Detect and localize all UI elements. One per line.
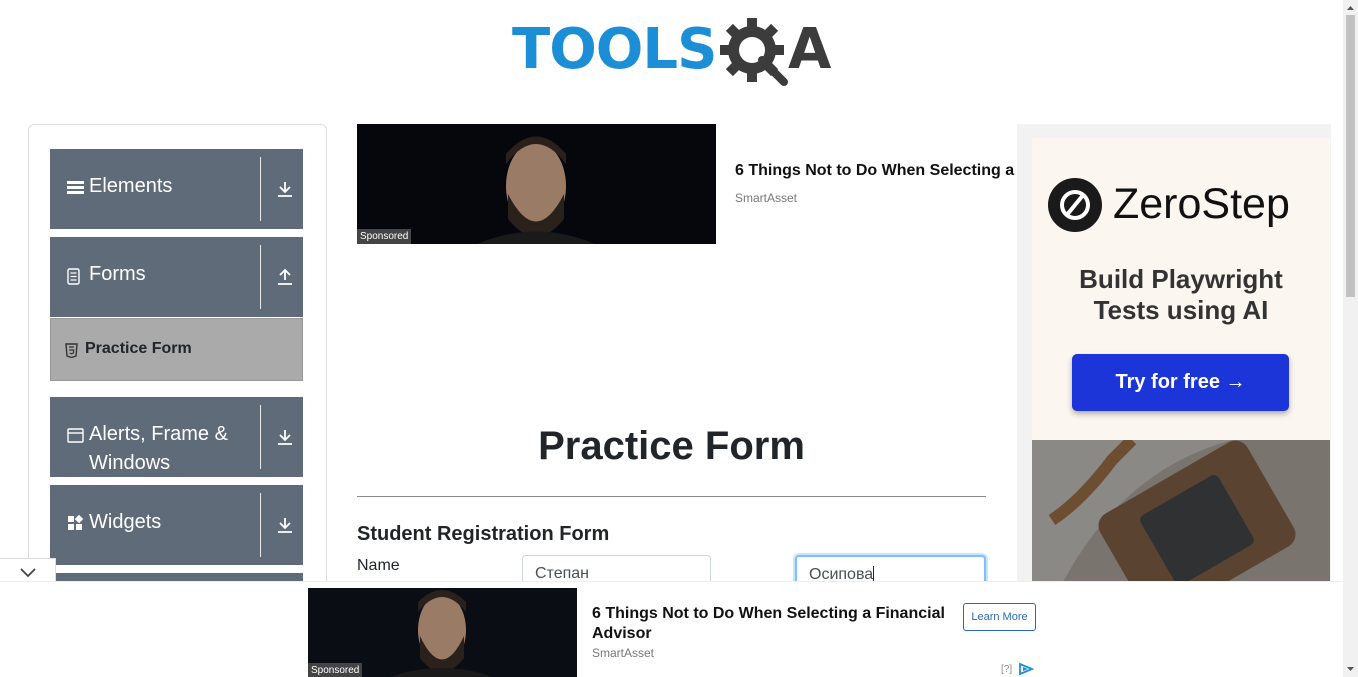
divider: [260, 157, 261, 221]
document-icon: [67, 268, 80, 285]
wallet-image: [1032, 440, 1330, 584]
sidebar-group-label: Elements: [89, 175, 173, 197]
sidebar-group-widgets[interactable]: Widgets: [50, 485, 303, 565]
try-for-free-button[interactable]: Try for free →: [1072, 354, 1289, 411]
ad-right-banner[interactable]: ZeroStep Build Playwright Tests using AI…: [1017, 124, 1331, 584]
sidebar-group-label: Alerts, Frame &: [89, 423, 228, 445]
adchoices-icon[interactable]: [1018, 662, 1035, 676]
learn-more-button[interactable]: Learn More: [963, 603, 1036, 631]
widgets-icon: [68, 515, 84, 530]
wallet-photo: [1032, 440, 1330, 584]
page: TOOLS A Elements Forms Practice Form Ale…: [0, 0, 1358, 677]
ad-tagline: Build Playwright Tests using AI: [1032, 264, 1330, 326]
scroll-up-arrow-icon[interactable]: [1346, 3, 1355, 12]
sidebar: Elements Forms Practice Form Alerts, Fra…: [28, 124, 327, 594]
upload-arrow-icon[interactable]: [276, 268, 294, 286]
zerostep-brand: ZeroStep: [1113, 180, 1290, 228]
zerostep-logo-icon: [1048, 178, 1102, 232]
bearded-man-photo: [477, 136, 595, 244]
sidebar-group-label-line2: Windows: [89, 452, 171, 474]
name-label: Name: [357, 557, 400, 574]
hamburger-icon: [67, 181, 84, 194]
sponsored-badge: Sponsored: [357, 229, 412, 244]
ad-source: SmartAsset: [592, 646, 655, 660]
html5-icon: [65, 343, 78, 358]
logo-tools-text: TOOLS: [512, 17, 717, 82]
chevron-down-icon: [20, 568, 36, 578]
sidebar-item-label: Practice Form: [85, 340, 192, 357]
ad-source: SmartAsset: [735, 191, 798, 205]
sponsored-badge: Sponsored: [308, 663, 363, 677]
logo-a-text: A: [788, 17, 832, 82]
zerostep-ad[interactable]: ZeroStep Build Playwright Tests using AI…: [1032, 138, 1330, 584]
divider: [260, 245, 261, 309]
divider: [357, 496, 986, 497]
first-name-value: Степан: [535, 565, 589, 582]
ad-bottom-banner[interactable]: Sponsored 6 Things Not to Do When Select…: [0, 581, 1343, 677]
scroll-down-arrow-icon[interactable]: [1346, 665, 1355, 674]
scrollbar-thumb[interactable]: [1346, 15, 1355, 297]
divider: [260, 405, 261, 469]
ad-headline[interactable]: 6 Things Not to Do When Selecting a Fina…: [592, 604, 952, 644]
sidebar-item-practice-form[interactable]: Practice Form: [50, 318, 303, 381]
sidebar-group-elements[interactable]: Elements: [50, 149, 303, 229]
zero-slash-icon: [1060, 190, 1090, 220]
download-arrow-icon[interactable]: [276, 428, 294, 446]
ad-photo[interactable]: Sponsored: [357, 124, 716, 244]
window-icon: [67, 428, 84, 443]
tagline-line-2: Tests using AI: [1093, 295, 1269, 325]
divider: [260, 493, 261, 557]
text-caret: [873, 566, 875, 582]
sidebar-group-forms[interactable]: Forms: [50, 237, 303, 317]
form-subtitle: Student Registration Form: [357, 523, 610, 545]
toolsqa-logo[interactable]: TOOLS A: [512, 14, 836, 92]
page-scrollbar[interactable]: [1343, 0, 1358, 677]
sidebar-group-label: Forms: [89, 263, 146, 285]
sidebar-group-alerts[interactable]: Alerts, Frame & Windows: [50, 397, 303, 477]
download-arrow-icon[interactable]: [276, 516, 294, 534]
ad-top-banner[interactable]: Sponsored 6 Things Not to Do When Select…: [357, 124, 1017, 244]
page-title: Practice Form: [538, 424, 805, 468]
ad-help-link[interactable]: [?]: [1001, 664, 1012, 675]
gear-magnifier-icon: [720, 18, 788, 86]
ad-headline[interactable]: 6 Things Not to Do When Selecting a Fina…: [735, 162, 1017, 180]
sidebar-group-label: Widgets: [89, 511, 162, 533]
ad-photo[interactable]: Sponsored: [308, 588, 577, 677]
download-arrow-icon[interactable]: [276, 180, 294, 198]
tagline-line-1: Build Playwright: [1079, 264, 1283, 294]
